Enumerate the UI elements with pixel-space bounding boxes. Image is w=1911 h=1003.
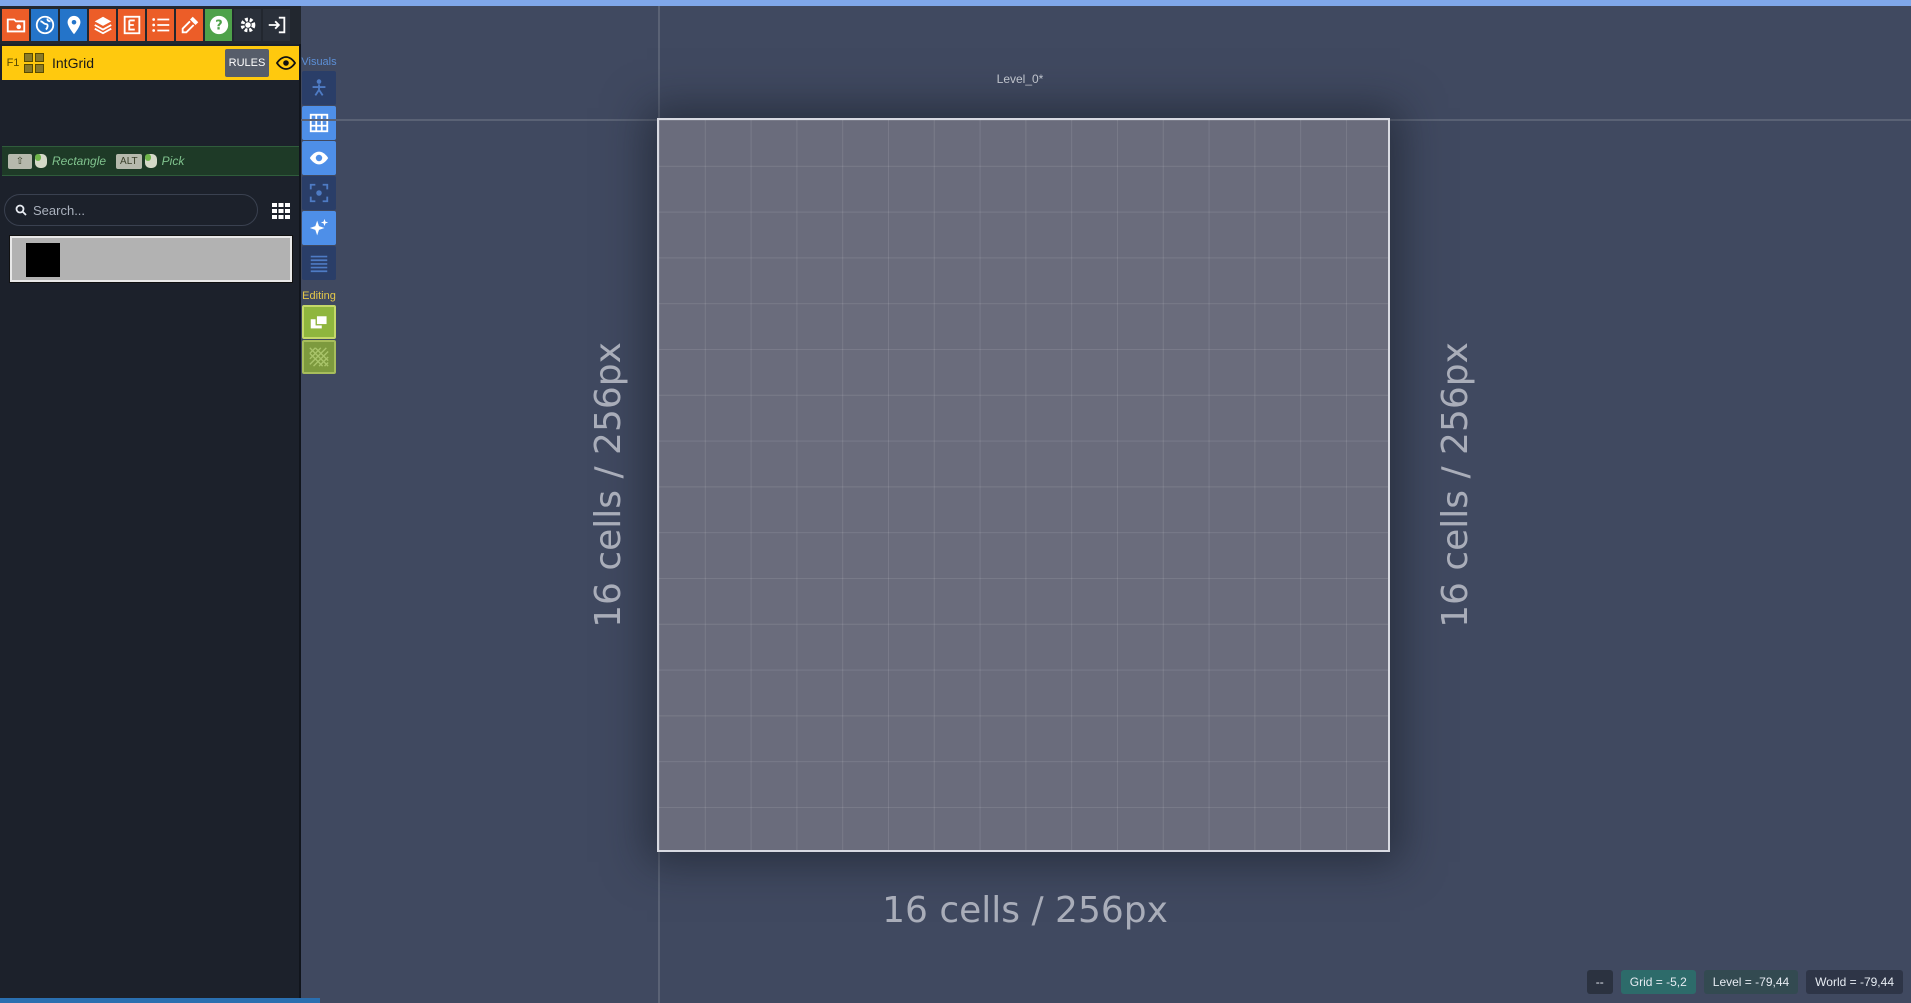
level-width-label: 16 cells / 256px [882, 890, 1168, 931]
alt-key-badge: ALT [116, 153, 142, 169]
tilesets-button[interactable] [176, 9, 203, 41]
focus-icon [309, 183, 329, 203]
intgrid-value-item[interactable] [9, 235, 293, 283]
pick-hint-label: Pick [161, 154, 185, 168]
search-box [4, 194, 258, 226]
layer-name: IntGrid [52, 55, 95, 71]
shift-key-badge: ⇧ [8, 153, 32, 169]
list-icon [151, 18, 169, 32]
entity-icon [123, 15, 140, 35]
hatch-pattern-icon [309, 347, 329, 367]
grid-view-icon [272, 203, 290, 219]
grid-view-toggle[interactable] [270, 200, 292, 222]
level-height-label-left: 16 cells / 256px [588, 342, 629, 628]
grid-toggle[interactable] [302, 106, 336, 140]
world-coordinates: World = -79,44 [1806, 970, 1903, 994]
sparkle-icon [309, 218, 329, 236]
level-pin-icon [67, 15, 80, 35]
layer-hotkey: F1 [6, 57, 20, 69]
stacked-lines-icon [310, 255, 328, 273]
settings-button[interactable] [234, 9, 261, 41]
mouse-left-click-icon [144, 154, 157, 168]
pipette-icon [181, 16, 198, 34]
level-canvas[interactable] [657, 118, 1390, 852]
effects-toggle[interactable] [302, 211, 336, 245]
rectangle-hint-label: Rectangle [52, 154, 107, 168]
search-icon [15, 204, 27, 216]
single-layer-mode-toggle[interactable] [302, 305, 336, 339]
editing-label: Editing [302, 290, 336, 302]
tile-pattern-toggle[interactable] [302, 340, 336, 374]
layer-list-toggle[interactable] [302, 246, 336, 280]
layer-visibility-toggle[interactable] [273, 49, 299, 77]
rules-button[interactable]: RULES [225, 49, 269, 77]
grid-icon [309, 113, 329, 133]
windows-icon [310, 314, 328, 329]
grid-coordinates: Grid = -5,2 [1620, 970, 1696, 994]
value-color-swatch [26, 243, 60, 277]
status-bar: -- Grid = -5,2 Level = -79,44 World = -7… [1586, 970, 1903, 994]
gear-icon [240, 17, 255, 33]
level-button[interactable] [60, 9, 87, 41]
focus-toggle[interactable] [302, 176, 336, 210]
project-settings-icon [6, 18, 25, 33]
help-button[interactable]: ? [205, 9, 232, 41]
level-height-label-right: 16 cells / 256px [1435, 342, 1476, 628]
intgrid-layer-icon [24, 53, 44, 73]
mouse-left-click-icon [35, 154, 47, 168]
eye-icon [309, 151, 329, 165]
exit-icon [268, 16, 285, 34]
visuals-label: Visuals [301, 56, 337, 68]
world-icon [35, 15, 54, 35]
show-entities-toggle[interactable] [302, 71, 336, 105]
level-name-label: Level_0* [996, 72, 1044, 86]
shortcut-hints: ⇧ Rectangle ALT Pick [2, 146, 299, 176]
layer-item-intgrid[interactable]: F1 IntGrid RULES [2, 46, 299, 80]
main-toolbar: ? [0, 6, 301, 44]
figure-icon [312, 79, 326, 96]
eye-icon [276, 56, 296, 70]
help-icon: ? [209, 15, 228, 35]
layers-button[interactable] [89, 9, 116, 41]
visibility-toggle[interactable] [302, 141, 336, 175]
view-tool-column: Visuals Editing [301, 54, 337, 375]
enums-button[interactable] [147, 9, 174, 41]
level-coordinates: Level = -79,44 [1703, 970, 1799, 994]
world-button[interactable] [31, 9, 58, 41]
search-input[interactable] [33, 202, 233, 218]
entities-button[interactable] [118, 9, 145, 41]
bottom-accent-bar [0, 998, 320, 1003]
layers-icon [93, 16, 112, 35]
project-settings-button[interactable] [2, 9, 29, 41]
svg-text:?: ? [215, 19, 222, 34]
exit-button[interactable] [263, 9, 290, 41]
status-dash: -- [1586, 970, 1613, 994]
